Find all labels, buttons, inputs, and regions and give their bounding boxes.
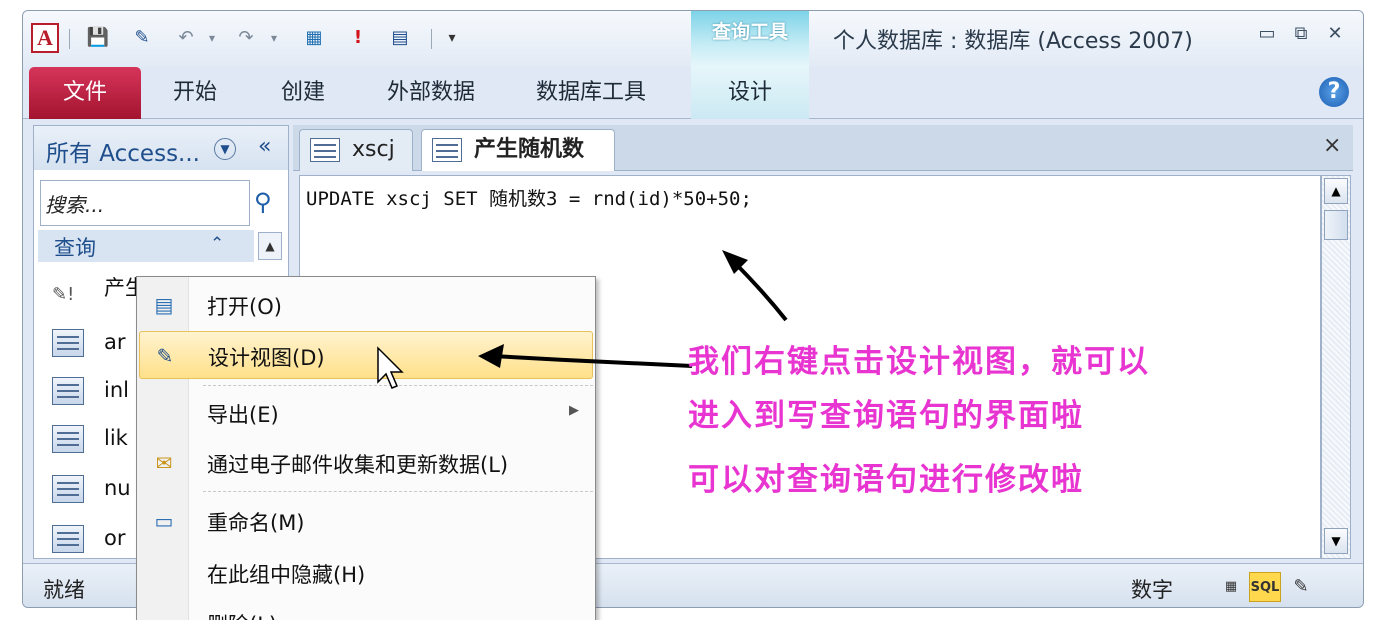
annotation-arrowhead-left xyxy=(478,344,504,368)
annotation-arrow-left xyxy=(491,354,693,368)
mouse-cursor-icon xyxy=(377,346,404,389)
annotation-overlay xyxy=(377,250,788,389)
annotation-arrow-up xyxy=(730,258,788,322)
annotation-line-1: 我们右键点击设计视图，就可以 xyxy=(688,344,1150,380)
annotation-line-3: 可以对查询语句进行修改啦 xyxy=(688,462,1084,498)
annotation-line-2: 进入到写查询语句的界面啦 xyxy=(688,398,1084,434)
